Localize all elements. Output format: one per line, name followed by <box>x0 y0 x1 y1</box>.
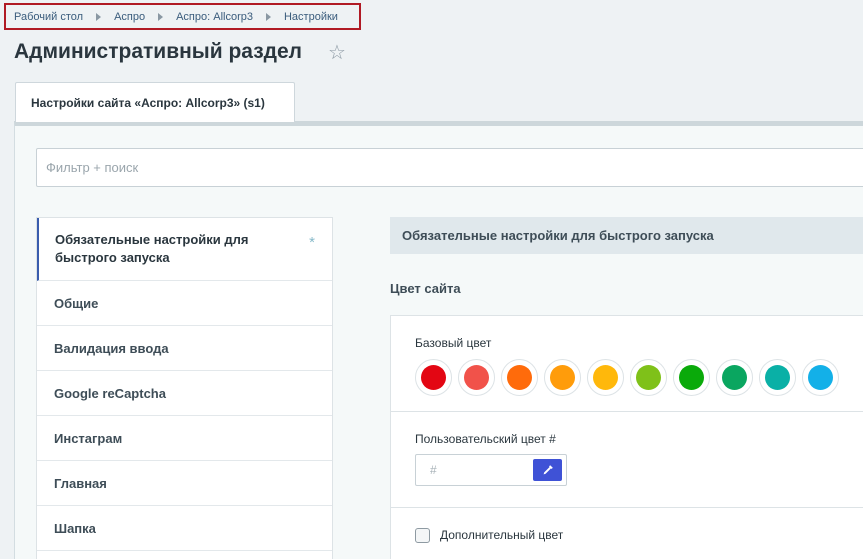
base-color-card: Базовый цвет <box>390 315 863 412</box>
color-swatch-dot <box>464 365 489 390</box>
color-swatch-dot <box>636 365 661 390</box>
color-picker-button[interactable] <box>533 459 562 481</box>
chevron-right-icon <box>96 12 102 21</box>
color-swatch-dot <box>507 365 532 390</box>
breadcrumb-item-desktop[interactable]: Рабочий стол <box>14 11 83 23</box>
tab-site-settings[interactable]: Настройки сайта «Аспро: Allcorp3» (s1) <box>15 82 295 122</box>
extra-color-label: Дополнительный цвет <box>440 528 564 542</box>
color-swatch[interactable] <box>587 359 624 396</box>
sidebar-item-label: Обязательные настройки для быстрого запу… <box>55 232 249 265</box>
color-swatch[interactable] <box>716 359 753 396</box>
chevron-right-icon <box>265 12 271 21</box>
color-swatch[interactable] <box>630 359 667 396</box>
color-swatch-dot <box>550 365 575 390</box>
sidebar-item-label: Общие <box>54 295 99 311</box>
color-swatch-dot <box>593 365 618 390</box>
color-swatch[interactable] <box>458 359 495 396</box>
extra-color-card: Дополнительный цвет <box>390 507 863 559</box>
color-swatch[interactable] <box>501 359 538 396</box>
sidebar-item-label: Шапка <box>54 520 96 536</box>
color-swatch[interactable] <box>544 359 581 396</box>
sidebar-item-header[interactable]: Шапка <box>37 506 332 551</box>
color-swatch[interactable] <box>759 359 796 396</box>
sidebar-item-recaptcha[interactable]: Google reCaptcha <box>37 371 332 416</box>
filter-search-input[interactable]: Фильтр + поиск <box>36 148 863 187</box>
custom-color-field <box>415 454 567 486</box>
sidebar-item-label: Google reCaptcha <box>54 385 166 401</box>
page-title: Административный раздел <box>14 40 303 63</box>
color-swatch[interactable] <box>802 359 839 396</box>
sidebar-item-label: Валидация ввода <box>54 340 169 356</box>
color-swatch-dot <box>808 365 833 390</box>
chevron-right-icon <box>158 12 164 21</box>
base-color-swatches <box>415 359 845 396</box>
custom-color-card: Пользовательский цвет # <box>390 411 863 508</box>
breadcrumb: Рабочий стол Аспро Аспро: Allcorp3 Настр… <box>4 3 361 30</box>
color-swatch[interactable] <box>415 359 452 396</box>
sidebar-item-label: Инстаграм <box>54 430 123 446</box>
color-swatch[interactable] <box>673 359 710 396</box>
breadcrumb-item-aspro[interactable]: Аспро <box>114 11 145 23</box>
sidebar-item-general[interactable]: Общие <box>37 281 332 326</box>
site-color-title: Цвет сайта <box>390 281 461 296</box>
color-swatch-dot <box>765 365 790 390</box>
extra-color-checkbox[interactable] <box>415 528 430 543</box>
settings-sidebar: Обязательные настройки для быстрого запу… <box>36 217 333 559</box>
base-color-label: Базовый цвет <box>415 336 492 350</box>
sidebar-item-label: Главная <box>54 475 107 491</box>
eyedropper-icon <box>543 465 553 475</box>
sidebar-item-instagram[interactable]: Инстаграм <box>37 416 332 461</box>
color-swatch-dot <box>722 365 747 390</box>
star-icon[interactable]: ☆ <box>328 41 346 65</box>
sidebar-item-main[interactable]: Главная <box>37 461 332 506</box>
color-swatch-dot <box>421 365 446 390</box>
custom-color-label: Пользовательский цвет # <box>415 432 556 446</box>
breadcrumb-item-allcorp3[interactable]: Аспро: Allcorp3 <box>176 11 253 23</box>
section-header: Обязательные настройки для быстрого запу… <box>390 217 863 254</box>
sidebar-item-input-validation[interactable]: Валидация ввода <box>37 326 332 371</box>
color-swatch-dot <box>679 365 704 390</box>
breadcrumb-item-settings[interactable]: Настройки <box>284 11 338 23</box>
required-marker: * <box>309 234 315 251</box>
sidebar-item-quick-start[interactable]: Обязательные настройки для быстрого запу… <box>37 218 332 281</box>
custom-color-input[interactable] <box>416 455 528 485</box>
